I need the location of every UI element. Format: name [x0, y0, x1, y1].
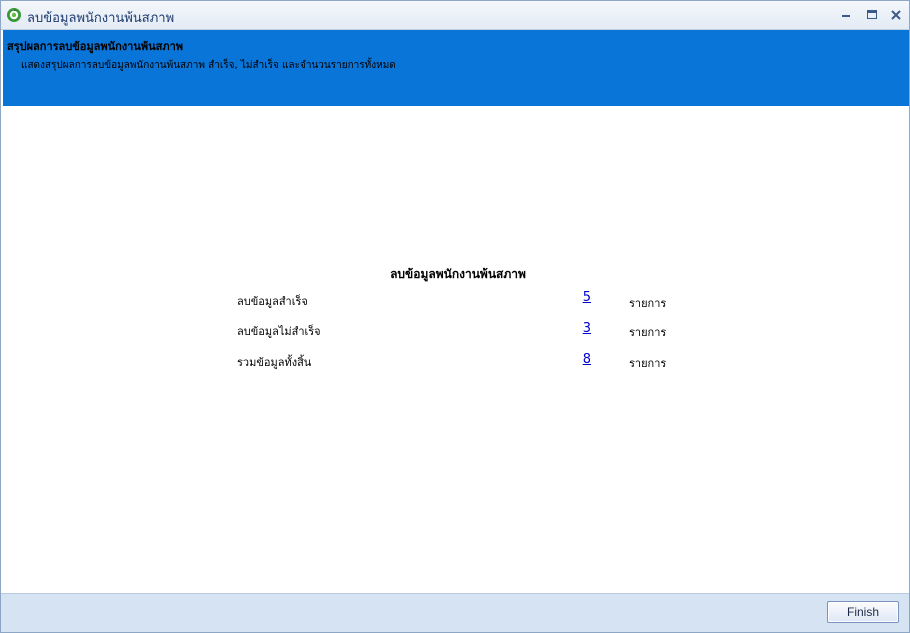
window-title: ลบข้อมูลพนักงานพ้นสภาพ	[27, 11, 175, 26]
success-unit: รายการ	[629, 297, 667, 310]
header-banner: สรุปผลการลบข้อมูลพนักงานพ้นสภาพ แสดงสรุป…	[3, 30, 909, 106]
title-bar[interactable]: ลบข้อมูลพนักงานพ้นสภาพ	[1, 1, 909, 30]
minimize-icon[interactable]	[837, 6, 855, 24]
summary-title: ลบข้อมูลพนักงานพ้นสภาพ	[390, 267, 526, 281]
maximize-icon[interactable]	[863, 6, 881, 24]
failed-label: ลบข้อมูลไม่สำเร็จ	[237, 325, 321, 338]
failed-unit: รายการ	[629, 326, 667, 339]
success-label: ลบข้อมูลสำเร็จ	[237, 295, 308, 308]
finish-button[interactable]: Finish	[827, 601, 899, 623]
success-count-link[interactable]: 5	[561, 290, 591, 305]
close-icon[interactable]	[887, 6, 905, 24]
total-count-link[interactable]: 8	[561, 352, 591, 367]
total-label: รวมข้อมูลทั้งสิ้น	[237, 356, 312, 369]
footer-bar: Finish	[1, 593, 909, 632]
total-unit: รายการ	[629, 357, 667, 370]
app-logo-icon	[7, 8, 21, 22]
wizard-window: ลบข้อมูลพนักงานพ้นสภาพ สรุปผลการลบข้อมูล…	[0, 0, 910, 633]
failed-count-link[interactable]: 3	[561, 321, 591, 336]
header-title: สรุปผลการลบข้อมูลพนักงานพ้นสภาพ	[7, 40, 184, 53]
header-description: แสดงสรุปผลการลบข้อมูลพนักงานพ้นสภาพ สำเร…	[21, 60, 396, 71]
